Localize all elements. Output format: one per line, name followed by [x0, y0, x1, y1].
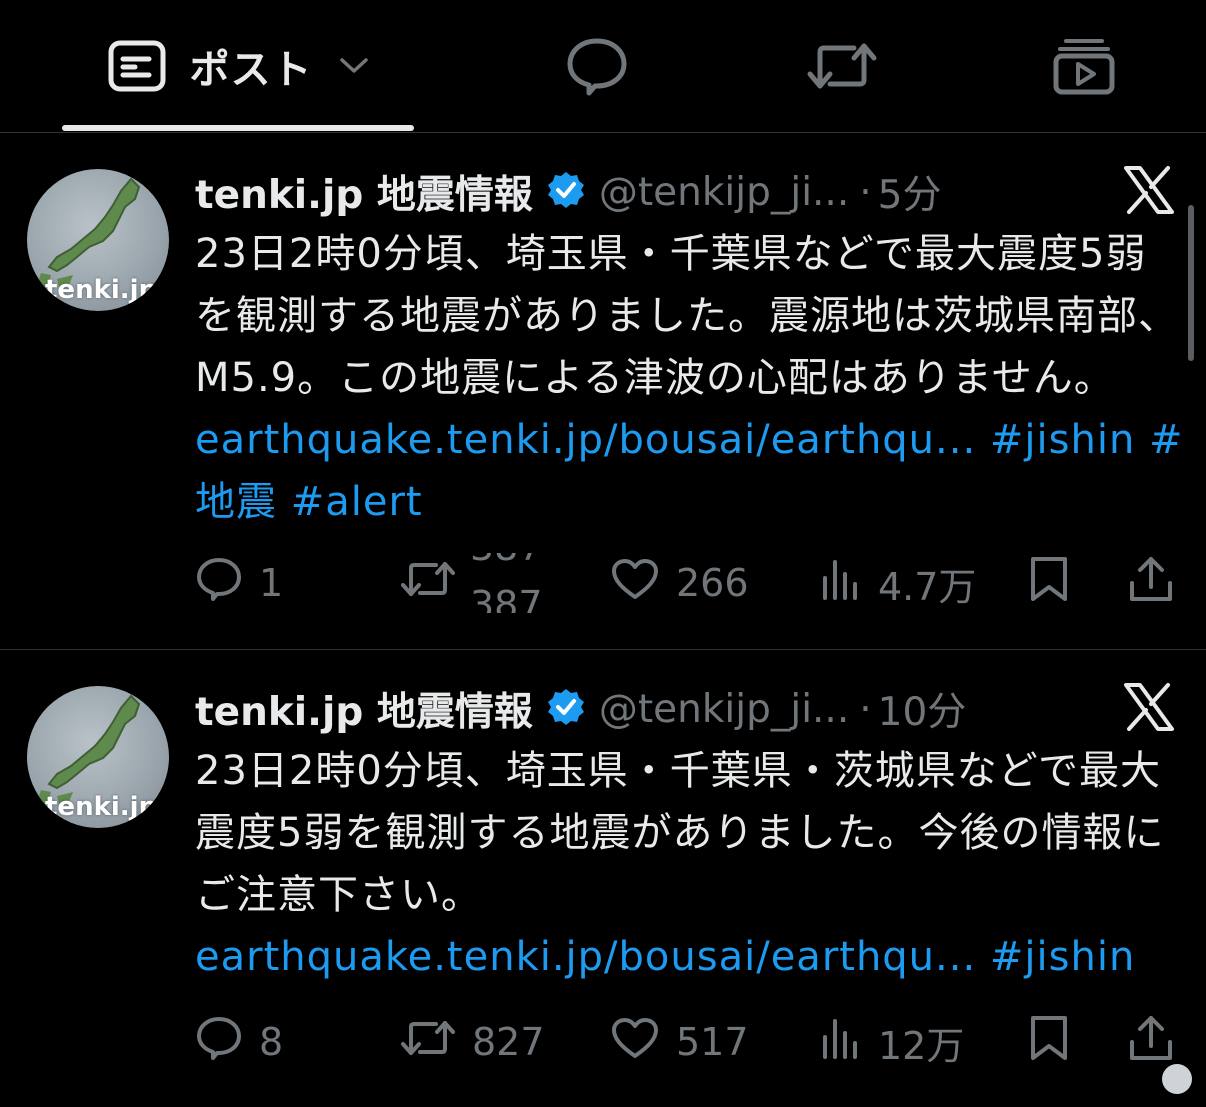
tweet-body: 23日2時0分頃、埼玉県・千葉県などで最大震度5弱を観測する地震がありました。震…: [195, 231, 1179, 401]
tweet-header: tenki.jp 地震情報 @tenkijp_ji... · 5分: [195, 164, 942, 220]
avatar-brand-text: tenki.jp: [45, 792, 158, 822]
tab-posts-label: ポスト: [189, 47, 313, 93]
share-icon: [1127, 1014, 1175, 1071]
verified-badge-icon: [547, 688, 585, 730]
profile-tab-bar: ポスト: [0, 0, 1206, 133]
separator-dot: ·: [859, 686, 872, 732]
avatar[interactable]: tenki.jp: [27, 686, 169, 828]
share-button[interactable]: [1127, 553, 1175, 613]
speech-bubble-icon: [565, 36, 629, 96]
reply-icon: [195, 556, 243, 611]
tweet-text: 23日2時0分頃、埼玉県・千葉県などで最大震度5弱を観測する地震がありました。震…: [195, 223, 1185, 533]
tweet-actions: 1 387 387 266 4.7万: [195, 553, 1180, 613]
handle[interactable]: @tenkijp_ji...: [599, 170, 849, 215]
bookmark-icon: [1027, 1014, 1071, 1071]
share-button[interactable]: [1127, 1012, 1175, 1072]
tab-reposts[interactable]: [790, 0, 894, 132]
repost-button[interactable]: 827: [400, 1012, 545, 1072]
display-name[interactable]: tenki.jp 地震情報: [195, 681, 533, 737]
tweet-body: 23日2時0分頃、埼玉県・千葉県・茨城県などで最大震度5弱を観測する地震がありま…: [195, 748, 1165, 918]
tweet[interactable]: tenki.jp tenki.jp 地震情報 @tenkijp_ji... · …: [0, 650, 1206, 1107]
reply-icon: [195, 1015, 243, 1070]
reply-count: 1: [259, 561, 284, 605]
hashtag[interactable]: #jishin: [990, 934, 1135, 980]
timestamp[interactable]: 5分: [878, 164, 942, 220]
tweet-text: 23日2時0分頃、埼玉県・千葉県・茨城県などで最大震度5弱を観測する地震がありま…: [195, 740, 1185, 988]
video-library-icon: [1052, 36, 1116, 96]
repost-count-animated: 387 387: [470, 553, 550, 613]
chevron-down-icon[interactable]: [339, 57, 369, 75]
repost-count: 387: [470, 583, 543, 613]
view-count: 4.7万: [878, 564, 977, 609]
reply-button[interactable]: 8: [195, 1012, 283, 1072]
repost-icon: [400, 558, 456, 609]
views-button[interactable]: 12万: [820, 1012, 964, 1072]
x-logo-icon: [1122, 165, 1176, 219]
bar-chart-icon: [820, 558, 862, 609]
heart-icon: [610, 557, 660, 610]
repost-button[interactable]: 387 387: [400, 553, 550, 613]
reply-count: 8: [259, 1020, 284, 1064]
bookmark-button[interactable]: [1027, 1012, 1071, 1072]
views-button[interactable]: 4.7万: [820, 553, 976, 613]
repost-icon: [806, 38, 878, 94]
handle[interactable]: @tenkijp_ji...: [599, 687, 849, 732]
repost-icon: [400, 1017, 456, 1068]
scrollbar[interactable]: [1188, 205, 1194, 361]
like-count: 517: [676, 1020, 749, 1064]
tab-posts[interactable]: ポスト: [62, 0, 414, 132]
view-count: 12万: [878, 1023, 965, 1068]
tweet-actions: 8 827 517 12万: [195, 1012, 1180, 1072]
hashtag[interactable]: #jishin: [990, 417, 1135, 463]
bookmark-button[interactable]: [1027, 553, 1071, 613]
active-tab-indicator: [62, 125, 414, 131]
tweet-header: tenki.jp 地震情報 @tenkijp_ji... · 10分: [195, 681, 967, 737]
display-name[interactable]: tenki.jp 地震情報: [195, 164, 533, 220]
watermark-badge: [1162, 1064, 1192, 1094]
like-button[interactable]: 266: [610, 553, 749, 613]
avatar-brand-text: tenki.jp: [45, 275, 158, 305]
tab-media[interactable]: [1032, 0, 1136, 132]
timestamp[interactable]: 10分: [878, 681, 967, 737]
verified-badge-icon: [547, 171, 585, 213]
heart-icon: [610, 1016, 660, 1069]
share-icon: [1127, 555, 1175, 612]
avatar[interactable]: tenki.jp: [27, 169, 169, 311]
hashtag[interactable]: #alert: [291, 479, 423, 525]
bar-chart-icon: [820, 1017, 862, 1068]
separator-dot: ·: [859, 169, 872, 215]
bookmark-icon: [1027, 555, 1071, 612]
tweet-link[interactable]: earthquake.tenki.jp/bousai/earthqu...: [195, 417, 976, 463]
repost-count-previous: 387: [470, 553, 543, 567]
tab-replies[interactable]: [545, 0, 649, 132]
reply-button[interactable]: 1: [195, 553, 283, 613]
like-count: 266: [676, 561, 749, 605]
like-button[interactable]: 517: [610, 1012, 749, 1072]
post-icon: [108, 40, 166, 92]
repost-count: 827: [472, 1020, 545, 1064]
tweet[interactable]: tenki.jp tenki.jp 地震情報 @tenkijp_ji... · …: [0, 133, 1206, 650]
x-logo-icon: [1122, 682, 1176, 736]
tweet-link[interactable]: earthquake.tenki.jp/bousai/earthqu...: [195, 934, 976, 980]
